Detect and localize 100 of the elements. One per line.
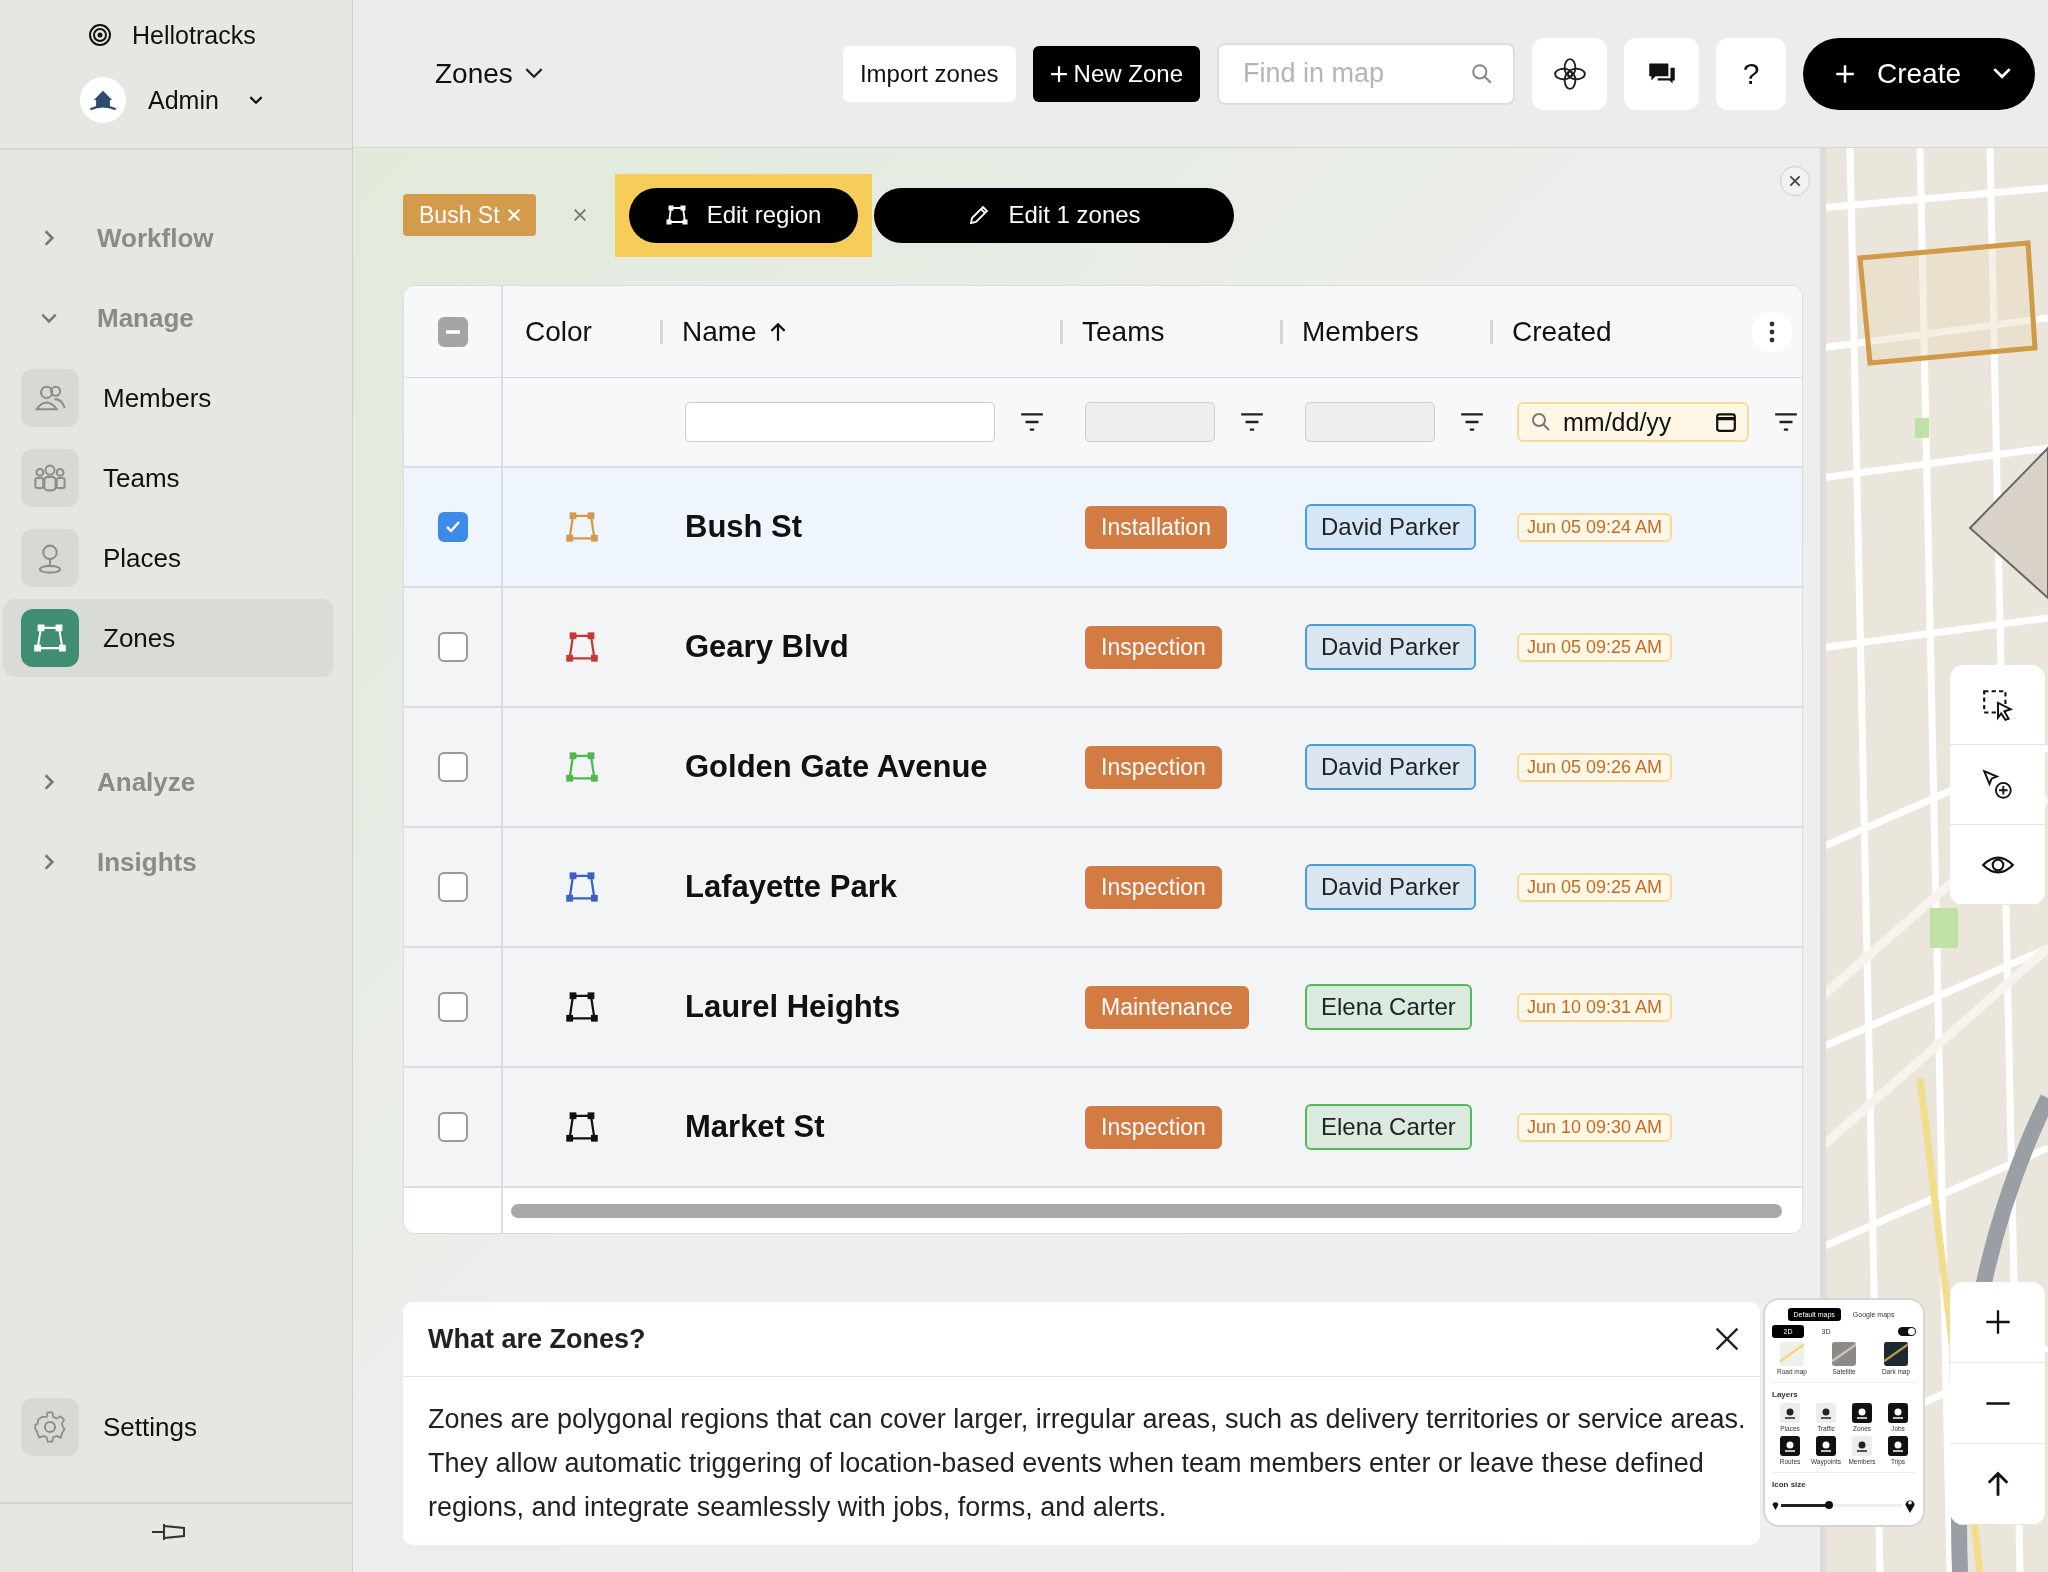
settings-icon [21, 1398, 79, 1456]
row-checkbox[interactable] [437, 872, 468, 902]
account-menu[interactable]: Admin [0, 70, 263, 130]
created-date: Jun 05 09:26 AM [1517, 752, 1673, 782]
member-tag: David Parker [1305, 624, 1476, 670]
team-tag: Inspection [1085, 865, 1222, 909]
chevron-icon [43, 853, 55, 871]
settings-link[interactable]: Settings [3, 1388, 334, 1466]
row-checkbox[interactable] [437, 1112, 468, 1142]
nav-icon [21, 529, 79, 587]
created-date: Jun 10 09:30 AM [1517, 1112, 1673, 1142]
chevron-icon [43, 229, 55, 247]
nav-icon [21, 609, 79, 667]
select-area-button[interactable] [1950, 665, 2045, 745]
filter-icon[interactable] [1459, 412, 1485, 432]
plus-icon [1835, 63, 1855, 84]
polygon-icon [664, 203, 689, 227]
member-tag: David Parker [1305, 864, 1476, 910]
row-checkbox[interactable] [437, 752, 468, 782]
search-input[interactable]: Find in map [1241, 57, 1471, 90]
nav-item[interactable]: Teams [3, 439, 334, 517]
brand-logo-icon [88, 23, 112, 47]
map-thumbnail-icon [1832, 1342, 1856, 1366]
column-header[interactable]: Teams [1082, 315, 1165, 348]
nav-item[interactable]: Zones [3, 599, 334, 677]
layer-icon [1852, 1436, 1872, 1456]
caret-icon [248, 95, 263, 105]
import-zones-button[interactable]: Import zones [842, 45, 1016, 102]
row-checkbox[interactable] [437, 992, 468, 1022]
zone-name: Laurel Heights [684, 989, 901, 1025]
clear-icon[interactable] [571, 207, 588, 223]
member-tag: Elena Carter [1305, 984, 1472, 1030]
row-checkbox[interactable] [437, 512, 468, 542]
team-tag: Maintenance [1085, 985, 1249, 1029]
more-menu-button[interactable] [1752, 311, 1792, 352]
search-icon [1531, 412, 1551, 432]
sort-arrow-icon [768, 320, 787, 343]
action-button[interactable]: Edit 1 zones [873, 187, 1234, 243]
layer-icon [1780, 1436, 1800, 1456]
nav-item[interactable]: Places [3, 519, 334, 597]
layer-icon [1780, 1403, 1800, 1423]
icon-size-heading: Icon size [1772, 1480, 1807, 1489]
row-checkbox[interactable] [437, 632, 468, 662]
chat-button[interactable] [1624, 37, 1699, 110]
select-all-checkbox[interactable] [437, 316, 468, 347]
scrollbar[interactable] [511, 1203, 1782, 1218]
created-date: Jun 05 09:24 AM [1517, 512, 1673, 542]
zone-name: Lafayette Park [684, 869, 897, 905]
close-icon[interactable] [1714, 1326, 1740, 1352]
chevron-icon [40, 312, 58, 324]
date-filter-field[interactable]: mm/dd/yy [1517, 402, 1749, 442]
layer-icon [1888, 1403, 1908, 1423]
column-header[interactable]: Name [682, 315, 787, 348]
team-tag: Inspection [1085, 1105, 1222, 1149]
map-thumbnail-icon [1780, 1342, 1804, 1366]
toggle-switch[interactable] [1898, 1327, 1916, 1336]
filter-icon[interactable] [1773, 412, 1799, 432]
action-button[interactable]: Edit region [628, 187, 858, 243]
small-pin-icon [1772, 1500, 1779, 1510]
team-tag: Inspection [1085, 625, 1222, 669]
team-tag: Installation [1085, 505, 1227, 549]
filter-icon[interactable] [1019, 412, 1045, 432]
info-title: What are Zones? [428, 1323, 646, 1355]
new-zone-button[interactable]: New Zone [1032, 45, 1200, 102]
more-icon [1769, 319, 1775, 344]
member-tag: Elena Carter [1305, 1104, 1472, 1150]
date-input[interactable]: mm/dd/yy [1561, 406, 1705, 438]
close-button[interactable] [1780, 166, 1810, 196]
avatar-icon [80, 77, 126, 123]
ai-assistant-button[interactable] [1532, 37, 1607, 110]
cursor-plus-icon [1980, 767, 2015, 802]
brand-name: Hellotracks [132, 20, 256, 50]
zone-name: Geary Blvd [684, 629, 849, 665]
minus-icon [445, 329, 460, 334]
close-icon [1788, 174, 1802, 188]
plus-icon [1049, 64, 1068, 83]
select-area-icon [1980, 687, 2015, 722]
member-tag: David Parker [1305, 744, 1476, 790]
column-header[interactable]: Created [1512, 315, 1612, 348]
nav-icon [21, 369, 79, 427]
zone-name: Market St [684, 1109, 825, 1145]
calendar-icon[interactable] [1715, 411, 1737, 433]
help-button[interactable]: ? [1716, 37, 1786, 110]
nav-item[interactable]: Members [3, 359, 334, 437]
caret-icon [1993, 68, 2011, 79]
create-button[interactable]: Create [1803, 37, 2035, 110]
chevron-icon [43, 773, 55, 791]
page-title-menu[interactable]: Zones [435, 57, 543, 90]
plus-icon [1983, 1308, 2012, 1336]
filter-icon[interactable] [1239, 412, 1265, 432]
column-header[interactable]: Members [1302, 315, 1419, 348]
layer-icon [1888, 1436, 1908, 1456]
column-header[interactable]: Color [525, 315, 592, 348]
name-filter-field[interactable] [685, 402, 995, 442]
icon-size-slider[interactable] [1781, 1503, 1902, 1507]
search-field[interactable]: Find in map [1217, 42, 1515, 105]
knot-icon [1552, 56, 1587, 91]
created-date: Jun 05 09:25 AM [1517, 872, 1673, 902]
zone-name: Golden Gate Avenue [684, 749, 988, 785]
minus-icon [1983, 1401, 2012, 1405]
